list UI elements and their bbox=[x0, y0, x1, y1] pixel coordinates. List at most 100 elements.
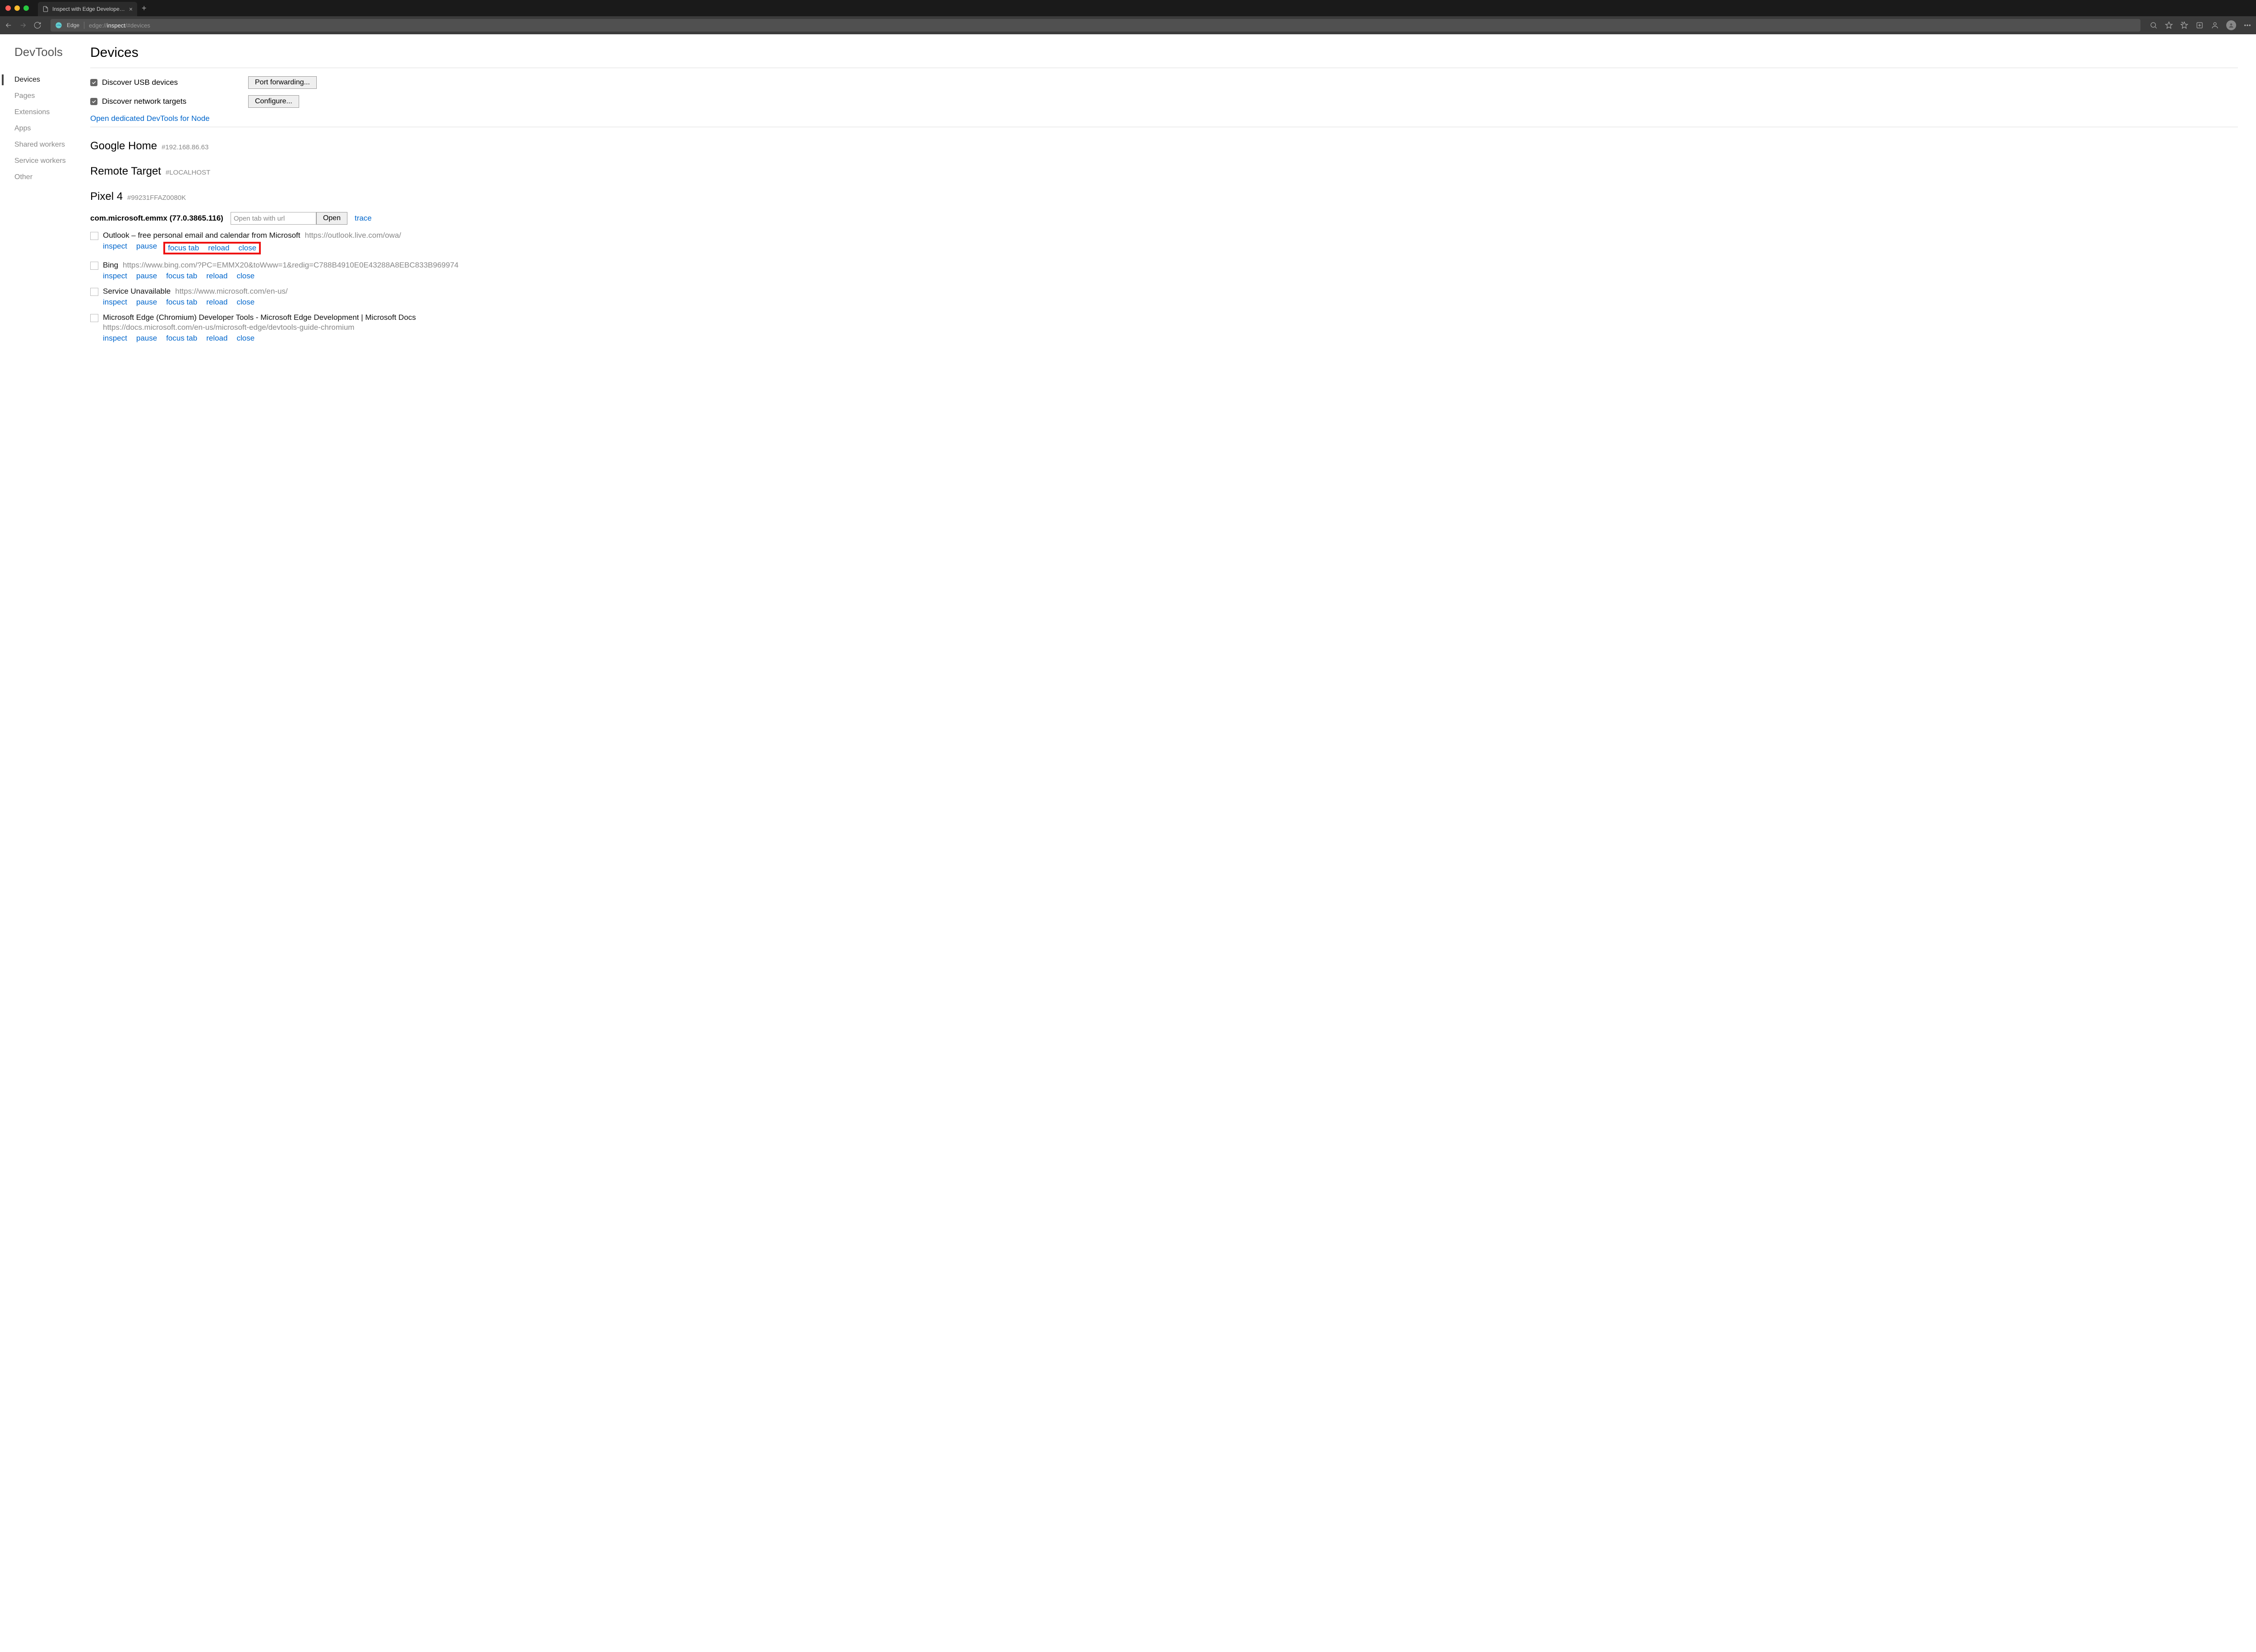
action-pause[interactable]: pause bbox=[136, 272, 157, 281]
action-pause[interactable]: pause bbox=[136, 334, 157, 343]
action-focus_tab[interactable]: focus tab bbox=[168, 244, 199, 253]
option-row: Discover USB devicesPort forwarding... bbox=[90, 76, 2238, 89]
target-url: https://outlook.live.com/owa/ bbox=[305, 231, 401, 240]
action-inspect[interactable]: inspect bbox=[103, 242, 127, 254]
back-icon[interactable] bbox=[5, 21, 13, 29]
window-minimize-button[interactable] bbox=[14, 5, 20, 11]
sidebar-title: DevTools bbox=[14, 45, 90, 59]
window-maximize-button[interactable] bbox=[23, 5, 29, 11]
device-id: #LOCALHOST bbox=[166, 169, 210, 176]
action-focus_tab[interactable]: focus tab bbox=[166, 334, 197, 343]
target-title: Bing bbox=[103, 261, 118, 270]
action-close[interactable]: close bbox=[238, 244, 256, 253]
option-label: Discover network targets bbox=[102, 97, 186, 106]
search-icon[interactable] bbox=[2150, 21, 2158, 29]
target-checkbox[interactable] bbox=[90, 262, 98, 270]
toolbar-right bbox=[2150, 20, 2251, 30]
browser-name: com.microsoft.emmx (77.0.3865.116) bbox=[90, 214, 223, 223]
option-checkbox[interactable] bbox=[90, 79, 97, 86]
profile-avatar[interactable] bbox=[2226, 20, 2236, 30]
action-close[interactable]: close bbox=[236, 298, 254, 307]
address-highlight: inspect bbox=[107, 22, 125, 29]
new-tab-button[interactable]: + bbox=[142, 4, 147, 13]
sidebar-item-service-workers[interactable]: Service workers bbox=[14, 153, 90, 169]
refresh-icon[interactable] bbox=[33, 21, 42, 29]
browser-toolbar: Edge edge://inspect/#devices bbox=[0, 16, 2256, 34]
action-reload[interactable]: reload bbox=[208, 244, 229, 253]
device-name: Pixel 4 bbox=[90, 190, 123, 203]
action-reload[interactable]: reload bbox=[206, 298, 227, 307]
target-title: Outlook – free personal email and calend… bbox=[103, 231, 300, 240]
sidebar-item-other[interactable]: Other bbox=[14, 169, 90, 185]
address-post: /#devices bbox=[125, 22, 150, 29]
star-icon[interactable] bbox=[2165, 21, 2173, 29]
device-id: #192.168.86.63 bbox=[162, 143, 208, 151]
window-close-button[interactable] bbox=[5, 5, 11, 11]
action-inspect[interactable]: inspect bbox=[103, 298, 127, 307]
tab-close-icon[interactable]: × bbox=[129, 5, 133, 13]
browser-tab[interactable]: Inspect with Edge Developer T × bbox=[38, 2, 137, 16]
favorites-icon[interactable] bbox=[2180, 21, 2188, 29]
page-title: Devices bbox=[90, 45, 2238, 60]
trace-link[interactable]: trace bbox=[355, 214, 372, 223]
inspect-target: Bing https://www.bing.com/?PC=EMMX20&toWw… bbox=[90, 261, 2238, 281]
edge-label: Edge bbox=[67, 22, 79, 28]
device-section-header: Google Home #192.168.86.63 bbox=[90, 140, 2238, 152]
device-section-header: Pixel 4 #99231FFAZ0080K bbox=[90, 190, 2238, 203]
target-title: Service Unavailable bbox=[103, 287, 171, 296]
person-icon[interactable] bbox=[2211, 21, 2219, 29]
action-close[interactable]: close bbox=[236, 272, 254, 281]
action-inspect[interactable]: inspect bbox=[103, 272, 127, 281]
inspect-target: Outlook – free personal email and calend… bbox=[90, 231, 2238, 254]
address-text: edge://inspect/#devices bbox=[89, 22, 150, 29]
address-pre: edge:// bbox=[89, 22, 107, 29]
action-inspect[interactable]: inspect bbox=[103, 334, 127, 343]
target-checkbox[interactable] bbox=[90, 288, 98, 296]
tab-title: Inspect with Edge Developer T bbox=[52, 6, 125, 12]
device-id: #99231FFAZ0080K bbox=[127, 194, 186, 202]
action-pause[interactable]: pause bbox=[136, 242, 157, 254]
forward-icon[interactable] bbox=[19, 21, 27, 29]
option-button[interactable]: Port forwarding... bbox=[248, 76, 317, 89]
target-actions: inspect pause focus tab reload close bbox=[103, 334, 2238, 343]
sidebar-item-shared-workers[interactable]: Shared workers bbox=[14, 137, 90, 153]
address-bar[interactable]: Edge edge://inspect/#devices bbox=[51, 19, 2140, 32]
target-title: Microsoft Edge (Chromium) Developer Tool… bbox=[103, 313, 416, 322]
inspect-target: Service Unavailablehttps://www.microsoft… bbox=[90, 287, 2238, 307]
action-pause[interactable]: pause bbox=[136, 298, 157, 307]
device-name: Remote Target bbox=[90, 165, 161, 178]
titlebar: Inspect with Edge Developer T × + bbox=[0, 0, 2256, 16]
action-reload[interactable]: reload bbox=[206, 272, 227, 281]
target-url: https://www.bing.com/?PC=EMMX20&toWww=1&… bbox=[123, 261, 458, 270]
open-tab-button[interactable]: Open bbox=[316, 212, 347, 225]
action-focus_tab[interactable]: focus tab bbox=[166, 298, 197, 307]
open-tab-url-input[interactable] bbox=[231, 212, 316, 225]
target-actions: inspect pause focus tab reload close bbox=[103, 242, 2238, 254]
action-close[interactable]: close bbox=[236, 334, 254, 343]
page-icon bbox=[42, 6, 49, 12]
collections-icon[interactable] bbox=[2196, 21, 2204, 29]
option-row: Discover network targets Configure... bbox=[90, 95, 2238, 108]
browser-header: com.microsoft.emmx (77.0.3865.116) Open … bbox=[90, 212, 2238, 225]
target-url: https://docs.microsoft.com/en-us/microso… bbox=[103, 323, 2238, 332]
action-reload[interactable]: reload bbox=[206, 334, 227, 343]
main-content: Devices Discover USB devicesPort forward… bbox=[90, 34, 2256, 1652]
option-button[interactable]: Configure... bbox=[248, 95, 299, 108]
target-checkbox[interactable] bbox=[90, 232, 98, 240]
page-content: DevTools DevicesPagesExtensionsAppsShare… bbox=[0, 34, 2256, 1652]
target-actions: inspect pause focus tab reload close bbox=[103, 272, 2238, 281]
device-name: Google Home bbox=[90, 140, 157, 152]
highlighted-actions: focus tab reload close bbox=[163, 242, 261, 254]
sidebar-item-apps[interactable]: Apps bbox=[14, 120, 90, 137]
target-actions: inspect pause focus tab reload close bbox=[103, 298, 2238, 307]
open-node-devtools-link[interactable]: Open dedicated DevTools for Node bbox=[90, 114, 210, 123]
sidebar-item-pages[interactable]: Pages bbox=[14, 88, 90, 104]
sidebar: DevTools DevicesPagesExtensionsAppsShare… bbox=[0, 34, 90, 1652]
sidebar-item-extensions[interactable]: Extensions bbox=[14, 104, 90, 120]
device-section-header: Remote Target #LOCALHOST bbox=[90, 165, 2238, 178]
sidebar-item-devices[interactable]: Devices bbox=[14, 72, 90, 88]
option-checkbox[interactable] bbox=[90, 98, 97, 105]
target-checkbox[interactable] bbox=[90, 314, 98, 322]
action-focus_tab[interactable]: focus tab bbox=[166, 272, 197, 281]
more-icon[interactable] bbox=[2243, 21, 2251, 29]
